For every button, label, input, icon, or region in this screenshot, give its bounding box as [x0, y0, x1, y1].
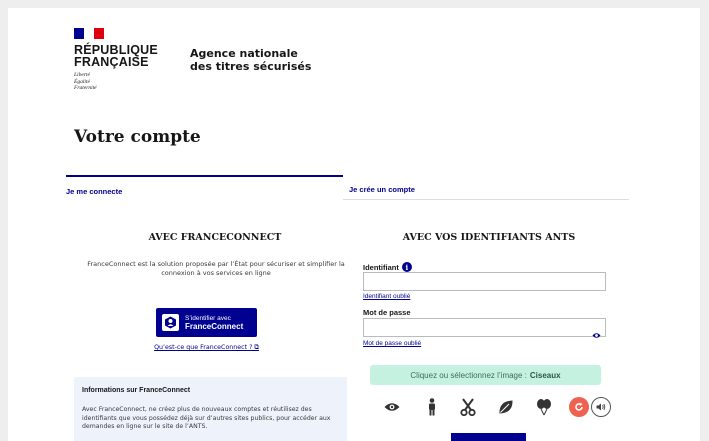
- submit-button[interactable]: [451, 433, 526, 441]
- francaise-text: FRANÇAISE: [74, 55, 149, 69]
- info-icon[interactable]: i: [401, 262, 412, 272]
- audio-icon[interactable]: [591, 397, 611, 417]
- motto: Liberté Égalité Fraternité: [74, 72, 158, 92]
- franceconnect-button-line2: FranceConnect: [185, 321, 244, 331]
- french-flag-icon: [74, 28, 104, 39]
- leaf-icon[interactable]: [496, 397, 516, 417]
- identifier-forgot-link[interactable]: Identifiant oublié: [363, 293, 410, 300]
- person-icon[interactable]: [422, 397, 442, 417]
- ants-heading: AVEC VOS IDENTIFIANTS ANTS: [402, 232, 576, 243]
- motto-fraternite: Fraternité: [74, 85, 97, 91]
- password-forgot-link[interactable]: Mot de passe oublié: [363, 340, 421, 347]
- franceconnect-button[interactable]: S’identifier avec FranceConnect: [156, 308, 257, 337]
- captcha-prompt: Cliquez ou sélectionnez l’image :: [410, 370, 527, 380]
- republique-francaise-logo[interactable]: RÉPUBLIQUE FRANÇAISE Liberté Égalité Fra…: [74, 28, 158, 92]
- page-container: RÉPUBLIQUE FRANÇAISE Liberté Égalité Fra…: [8, 8, 700, 441]
- republique-francaise-wordmark: RÉPUBLIQUE FRANÇAISE: [74, 44, 158, 69]
- agency-line-2: des titres sécurisés: [190, 60, 312, 73]
- tab-create-account[interactable]: Je crée un compte: [343, 175, 629, 200]
- password-label: Mot de passe: [363, 308, 411, 317]
- identifier-label: Identifiant: [363, 262, 399, 272]
- scissors-icon[interactable]: [458, 397, 478, 417]
- agency-name[interactable]: Agence nationale des titres sécurisés: [190, 47, 311, 73]
- page-title: Votre compte: [74, 127, 201, 147]
- identifier-label-row: Identifiant i: [363, 262, 412, 272]
- captcha-instruction: Cliquez ou sélectionnez l’image : Ciseau…: [370, 365, 601, 385]
- identifier-input[interactable]: [363, 272, 606, 291]
- eye-icon[interactable]: [382, 397, 402, 417]
- franceconnect-button-text: S’identifier avec FranceConnect: [185, 315, 243, 331]
- franceconnect-heading: AVEC FRANCECONNECT: [148, 232, 282, 243]
- balloons-icon[interactable]: [534, 397, 554, 417]
- agency-line-1: Agence nationale: [190, 47, 298, 60]
- franceconnect-logo-icon: [162, 314, 179, 331]
- franceconnect-description: FranceConnect est la solution proposée p…: [87, 260, 345, 277]
- show-password-eye-icon[interactable]: [592, 324, 601, 343]
- tab-login[interactable]: Je me connecte: [66, 175, 343, 200]
- franceconnect-info-text: Avec FranceConnect, ne créez plus de nou…: [82, 406, 331, 430]
- captcha-target: Ciseaux: [529, 370, 561, 380]
- refresh-icon[interactable]: [569, 397, 589, 417]
- captcha-icons: [374, 397, 611, 419]
- what-is-franceconnect-link[interactable]: Qu’est-ce que FranceConnect ? ⧉: [150, 344, 263, 352]
- franceconnect-info-box: Informations sur FranceConnect Avec Fran…: [74, 377, 347, 441]
- franceconnect-info-title: Informations sur FranceConnect: [82, 387, 191, 394]
- password-input[interactable]: [363, 318, 606, 338]
